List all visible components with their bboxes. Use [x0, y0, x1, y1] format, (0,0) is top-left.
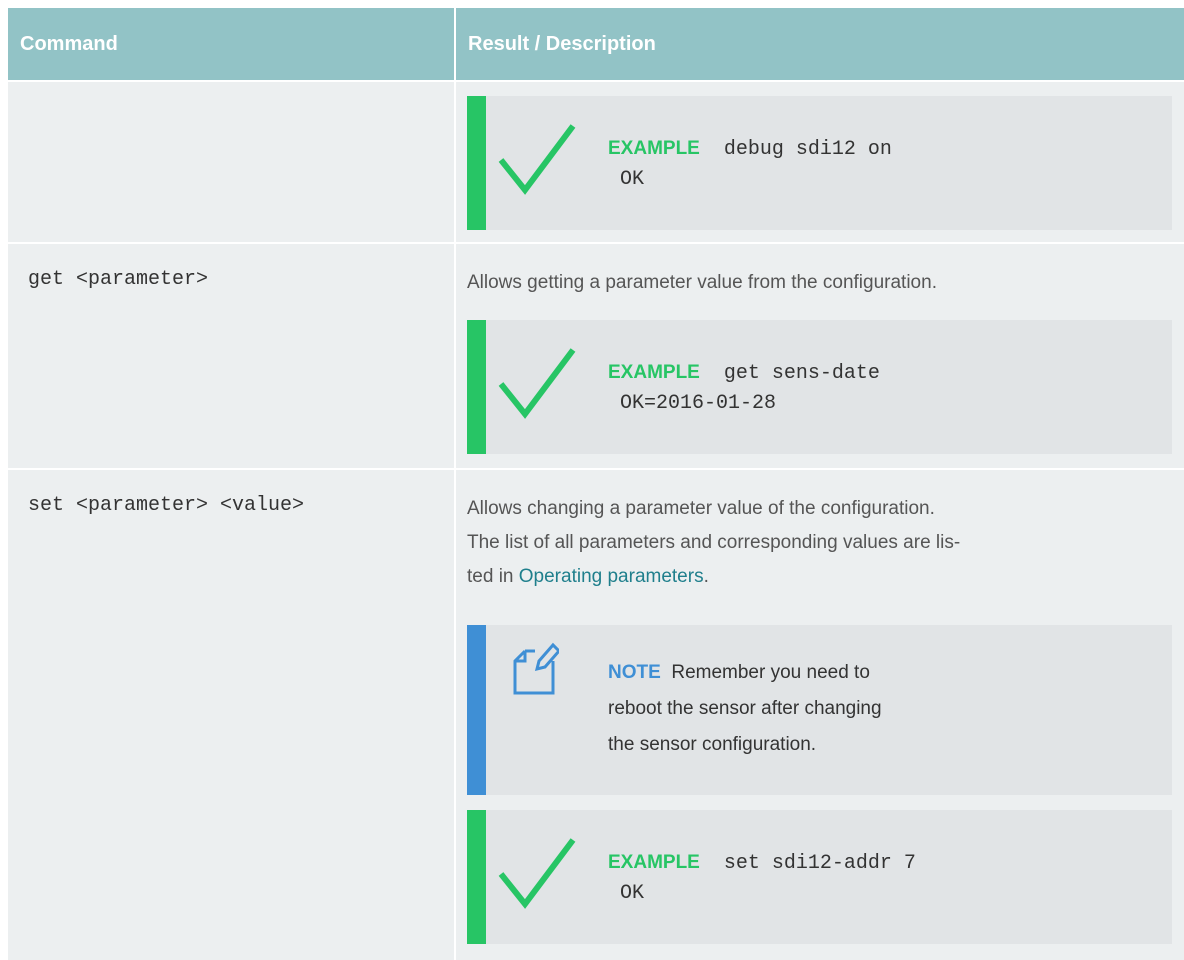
example-text: EXAMPLE debug sdi12 on OK — [608, 134, 892, 195]
description-line2: The list of all parameters and correspon… — [467, 532, 961, 553]
example-bar — [467, 96, 486, 230]
row2-command-cell: get <parameter> — [8, 244, 454, 468]
row3-command: set <parameter> <value> — [28, 494, 305, 517]
note-box: NOTE Remember you need to reboot the sen… — [467, 625, 1172, 795]
note-label: NOTE — [608, 662, 661, 683]
note-text: NOTE Remember you need to reboot the sen… — [608, 655, 908, 763]
header-command: Command — [8, 8, 454, 80]
example-line2: OK — [620, 168, 645, 191]
example-text: EXAMPLE set sdi12-addr 7 OK — [608, 848, 916, 909]
row3-command-cell: set <parameter> <value> — [8, 470, 454, 960]
checkmark-icon — [498, 348, 576, 419]
example-line1: set sdi12-addr 7 — [723, 852, 916, 875]
note-edit-icon — [513, 642, 559, 695]
row1-result-cell: EXAMPLE debug sdi12 on OK — [456, 82, 1184, 242]
example-box: EXAMPLE get sens-date OK=2016-01-28 — [467, 320, 1172, 454]
row1-command-cell — [8, 82, 454, 242]
example-text: EXAMPLE get sens-date OK=2016-01-28 — [608, 358, 880, 419]
note-bar — [467, 625, 486, 795]
description-line3-suffix: . — [703, 566, 709, 587]
example-line1: debug sdi12 on — [723, 138, 892, 161]
example-label: EXAMPLE — [608, 138, 700, 159]
row2-result-cell: Allows getting a parameter value from th… — [456, 244, 1184, 468]
example-bar — [467, 810, 486, 944]
row3-result-cell: Allows changing a parameter value of the… — [456, 470, 1184, 960]
example-bar — [467, 320, 486, 454]
description-line3-prefix: ted in — [467, 566, 519, 587]
row3-description: Allows changing a parameter value of the… — [467, 492, 1184, 594]
example-label: EXAMPLE — [608, 362, 700, 383]
description-line3: ted in Operating parameters. — [467, 560, 1184, 594]
example-label: EXAMPLE — [608, 852, 700, 873]
example-box: EXAMPLE set sdi12-addr 7 OK — [467, 810, 1172, 944]
header-result-description: Result / Description — [456, 8, 1184, 80]
operating-parameters-link[interactable]: Operating parameters — [519, 566, 704, 587]
checkmark-icon — [498, 838, 576, 909]
checkmark-icon — [498, 124, 576, 195]
example-line2: OK=2016-01-28 — [620, 392, 777, 415]
example-line1: get sens-date — [723, 362, 880, 385]
description-line1: Allows changing a parameter value of the… — [467, 498, 935, 519]
row2-description: Allows getting a parameter value from th… — [467, 272, 937, 293]
row2-command: get <parameter> — [28, 268, 209, 291]
example-line2: OK — [620, 882, 645, 905]
example-box: EXAMPLE debug sdi12 on OK — [467, 96, 1172, 230]
